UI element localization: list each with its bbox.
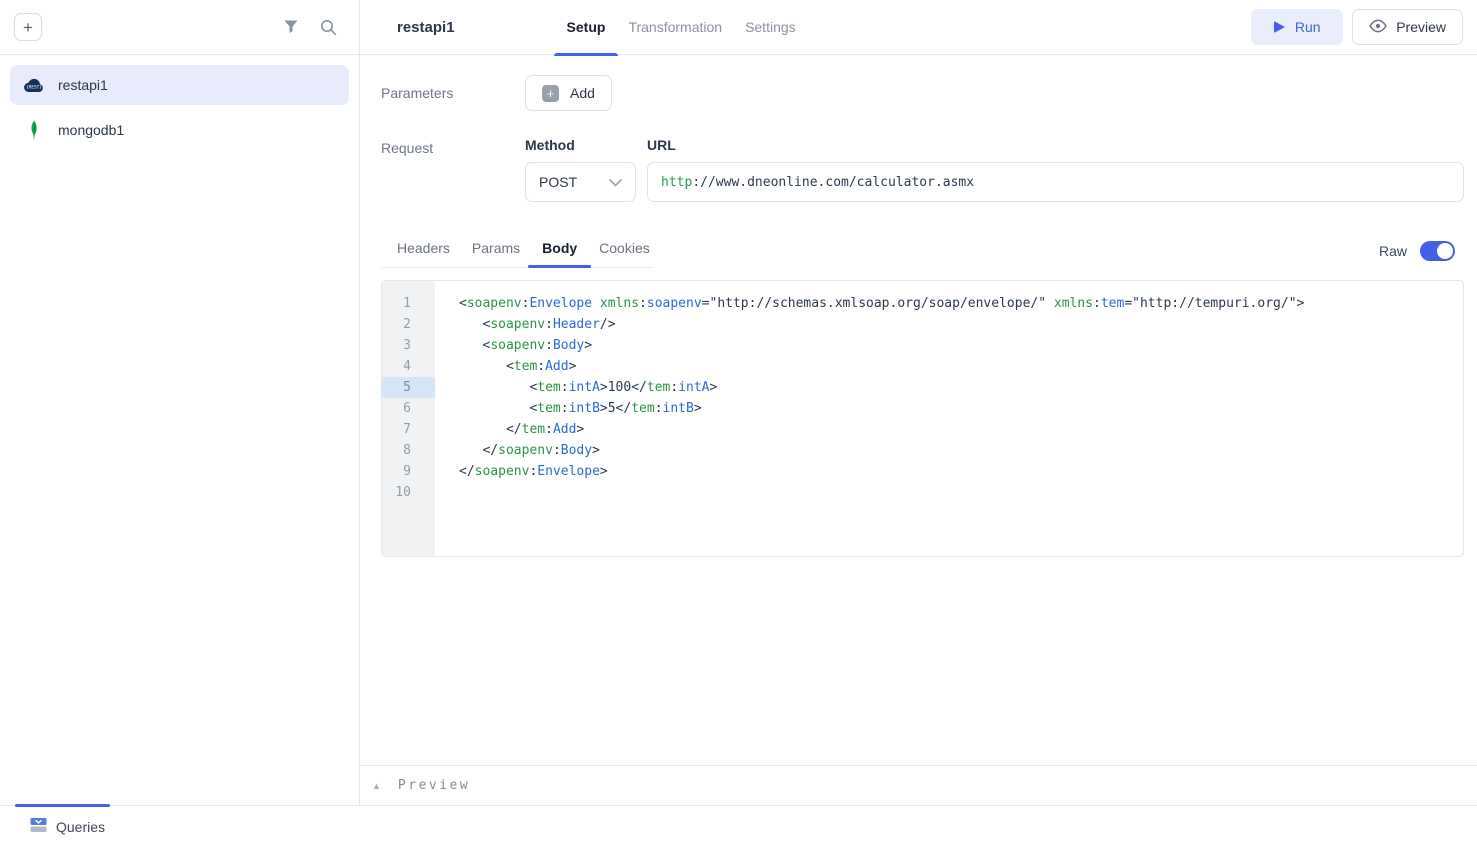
line-number: 2 [382, 314, 435, 335]
method-column: Method POST [525, 137, 636, 202]
tab-params[interactable]: Params [472, 240, 520, 256]
method-select[interactable]: POST [525, 162, 636, 202]
url-column: URL http://www.dneonline.com/calculator.… [647, 137, 1464, 202]
sidebar-item-label: mongodb1 [58, 122, 124, 138]
code-line[interactable]: <soapenv:Body> [459, 335, 1463, 356]
line-number: 7 [382, 419, 435, 440]
line-number: 6 [382, 398, 435, 419]
line-number: 1 [382, 293, 435, 314]
response-preview-label: Preview [398, 778, 470, 793]
request-label: Request [381, 137, 525, 202]
setup-content: Parameters + Add Request Method POST [360, 55, 1477, 765]
svg-text:{REST}: {REST} [26, 85, 42, 91]
bottom-bar: Queries [0, 805, 1477, 847]
run-button[interactable]: Run [1251, 9, 1343, 45]
sidebar-header: + [0, 0, 359, 55]
line-number: 5 [382, 377, 435, 398]
parameters-row: Parameters + Add [381, 75, 1464, 111]
response-preview-bar[interactable]: ▲ Preview [360, 765, 1477, 805]
code-line[interactable] [459, 482, 1463, 503]
add-parameter-label: Add [570, 85, 595, 101]
line-number: 9 [382, 461, 435, 482]
tab-settings[interactable]: Settings [745, 0, 796, 55]
header-actions: Run Preview [1251, 9, 1463, 45]
body-tabs-row: Headers Params Body Cookies Raw [381, 234, 1464, 268]
preview-button[interactable]: Preview [1352, 9, 1463, 45]
code-line[interactable]: </soapenv:Envelope> [459, 461, 1463, 482]
code-line[interactable]: <soapenv:Envelope xmlns:soapenv="http://… [459, 293, 1463, 314]
url-label: URL [647, 137, 1464, 153]
rest-cloud-icon: {REST} [23, 77, 45, 93]
run-button-label: Run [1295, 19, 1321, 35]
tab-headers[interactable]: Headers [397, 240, 450, 256]
sidebar-list: {REST} restapi1 mongodb1 [0, 55, 359, 165]
code-line[interactable]: <soapenv:Header/> [459, 314, 1463, 335]
code-line[interactable]: <tem:intB>5</tem:intB> [459, 398, 1463, 419]
code-line[interactable]: </tem:Add> [459, 419, 1463, 440]
url-input[interactable]: http://www.dneonline.com/calculator.asmx [647, 162, 1464, 202]
queries-sidebar: + {REST} restapi1 [0, 0, 360, 805]
tab-setup[interactable]: Setup [567, 0, 606, 55]
line-number: 4 [382, 356, 435, 377]
queries-icon [30, 817, 47, 836]
line-number: 8 [382, 440, 435, 461]
chevron-down-icon [609, 174, 622, 190]
code-line[interactable]: <tem:intA>100</tem:intA> [459, 377, 1463, 398]
method-value: POST [539, 174, 577, 190]
code-area[interactable]: <soapenv:Envelope xmlns:soapenv="http://… [435, 281, 1463, 556]
tab-body[interactable]: Body [542, 240, 577, 256]
collapse-up-icon: ▲ [372, 781, 381, 791]
main-header: restapi1 Setup Transformation Settings R… [360, 0, 1477, 55]
add-query-button[interactable]: + [14, 13, 42, 41]
method-label: Method [525, 137, 636, 153]
raw-label: Raw [1379, 243, 1407, 259]
line-number: 3 [382, 335, 435, 356]
search-icon[interactable] [320, 19, 337, 36]
tab-transformation[interactable]: Transformation [628, 0, 722, 55]
sidebar-item-restapi1[interactable]: {REST} restapi1 [10, 65, 349, 105]
active-panel-indicator [15, 804, 110, 807]
url-scheme: http [661, 175, 692, 190]
toggle-knob [1437, 243, 1453, 259]
body-code-editor: 12345678910 <soapenv:Envelope xmlns:soap… [381, 280, 1464, 557]
eye-icon [1369, 19, 1387, 36]
line-number: 10 [382, 482, 435, 503]
raw-toggle[interactable] [1420, 241, 1455, 261]
top-region: + {REST} restapi1 [0, 0, 1477, 805]
filter-icon[interactable] [283, 19, 299, 35]
play-icon [1274, 21, 1285, 33]
url-rest: ://www.dneonline.com/calculator.asmx [692, 175, 974, 190]
body-tabs: Headers Params Body Cookies [381, 234, 653, 268]
mongodb-leaf-icon [23, 120, 45, 140]
request-row: Request Method POST URL http://www.dneon… [381, 137, 1464, 202]
preview-button-label: Preview [1396, 19, 1446, 35]
header-tabs: Setup Transformation Settings [567, 0, 796, 55]
sidebar-item-label: restapi1 [58, 77, 108, 93]
parameters-label: Parameters [381, 85, 525, 101]
code-line[interactable]: <tem:Add> [459, 356, 1463, 377]
query-title: restapi1 [397, 19, 455, 36]
add-parameter-button[interactable]: + Add [525, 75, 612, 111]
raw-toggle-group: Raw [1379, 241, 1455, 261]
sidebar-item-mongodb1[interactable]: mongodb1 [10, 110, 349, 150]
code-line[interactable]: </soapenv:Body> [459, 440, 1463, 461]
queries-tab-label[interactable]: Queries [56, 819, 105, 835]
code-gutter: 12345678910 [382, 281, 435, 556]
main-panel: restapi1 Setup Transformation Settings R… [360, 0, 1477, 805]
app-window: + {REST} restapi1 [0, 0, 1477, 847]
plus-square-icon: + [542, 85, 559, 102]
tab-cookies[interactable]: Cookies [599, 240, 650, 256]
